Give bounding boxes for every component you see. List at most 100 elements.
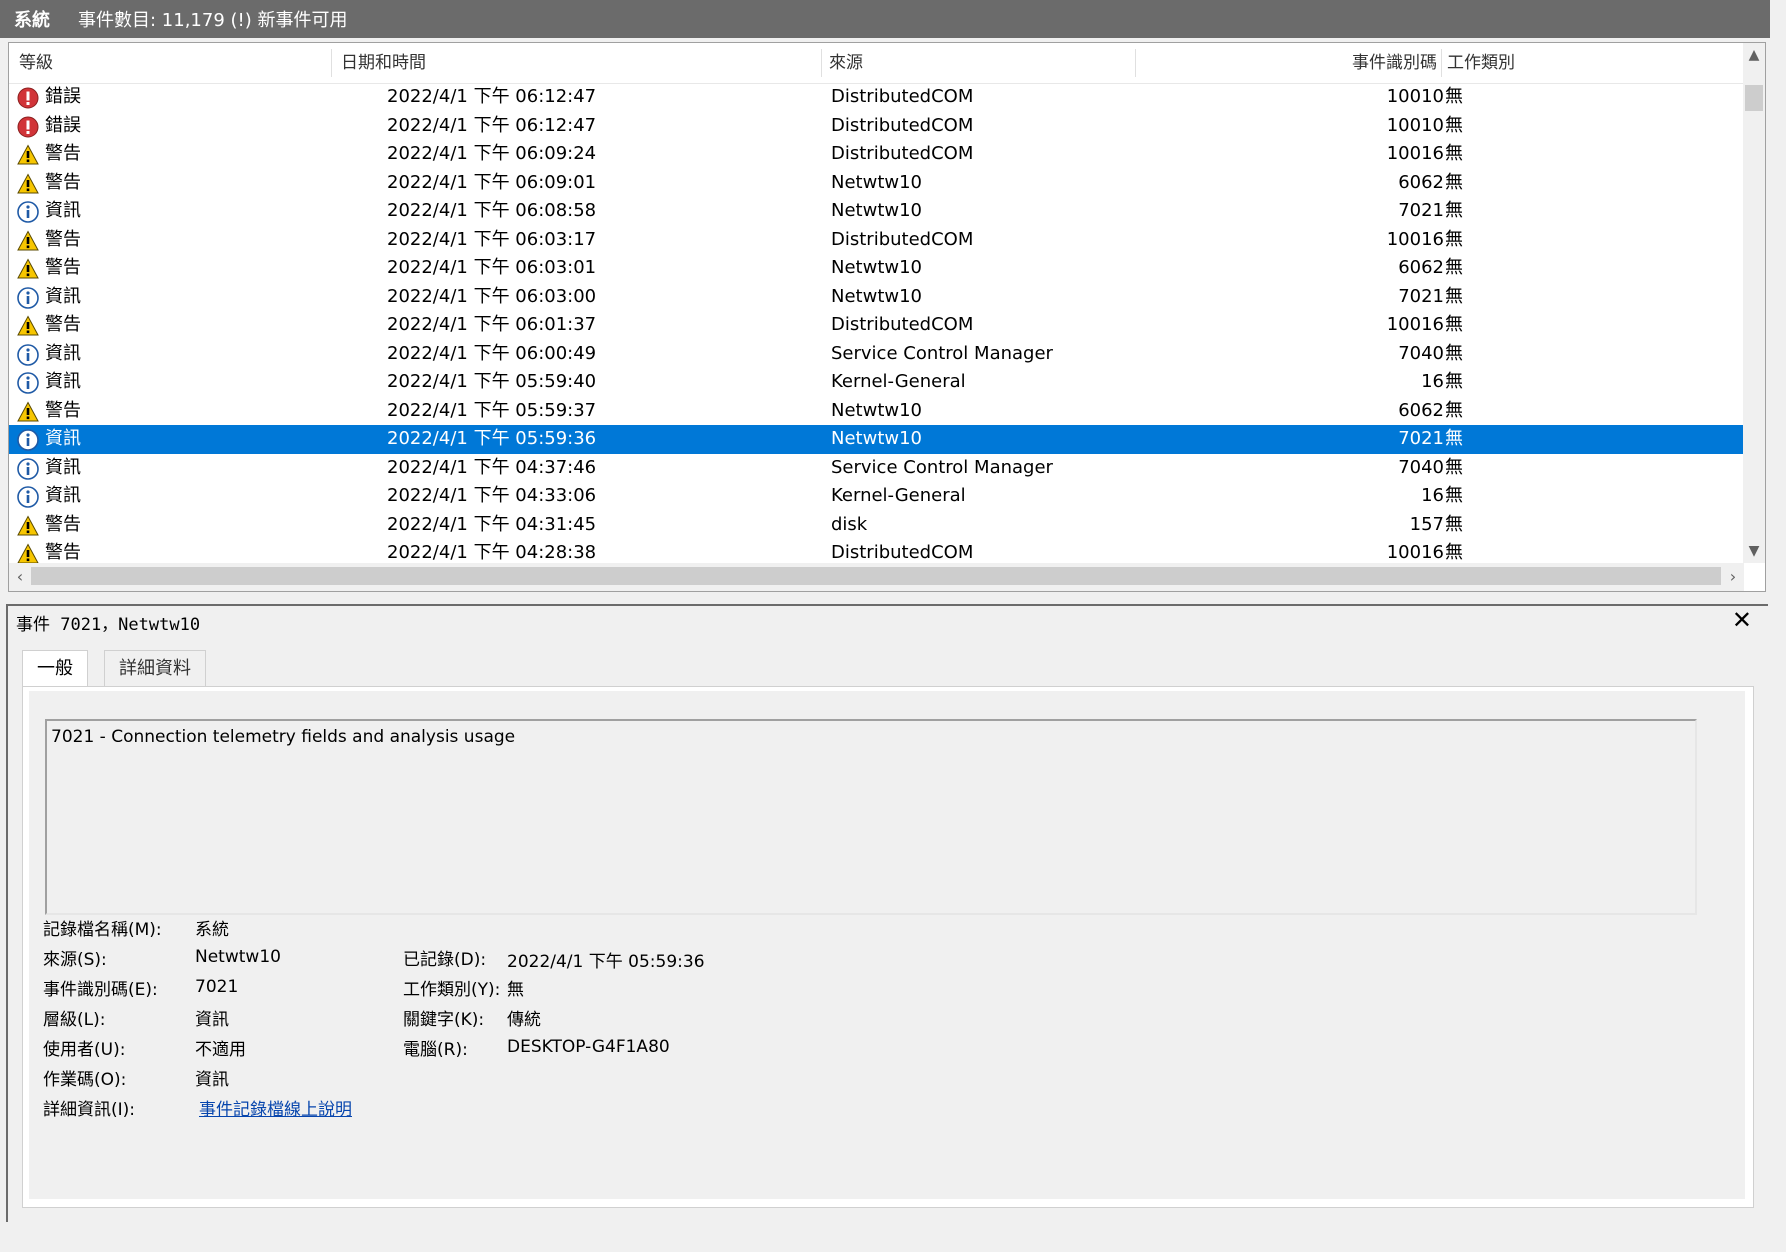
- cell-level: 警告: [45, 228, 81, 250]
- warning-icon: [17, 258, 39, 280]
- column-header-event-id[interactable]: 事件識別碼: [1209, 43, 1437, 83]
- column-header-category[interactable]: 工作類別: [1447, 43, 1515, 83]
- info-icon: [17, 372, 39, 394]
- cell-source: DistributedCOM: [831, 143, 974, 164]
- scroll-right-icon[interactable]: ›: [1722, 563, 1744, 591]
- info-icon: [17, 486, 39, 508]
- cell-event-id: 10016: [1386, 314, 1444, 335]
- table-row[interactable]: 錯誤 2022/4/1 下午 06:12:47 DistributedCOM 1001…: [9, 83, 1744, 112]
- table-row[interactable]: 警告 2022/4/1 下午 04:31:45 disk 157 無: [9, 511, 1744, 540]
- cell-level: 資訊: [45, 456, 81, 478]
- cell-category: 無: [1445, 342, 1463, 364]
- warning-icon: [17, 514, 39, 537]
- cell-event-id: 16: [1421, 371, 1444, 392]
- value-level: 資訊: [195, 1010, 229, 1030]
- cell-level: 警告: [45, 314, 81, 335]
- table-row[interactable]: 警告 2022/4/1 下午 06:09:01 Netwtw10 6062 無: [9, 169, 1744, 198]
- cell-datetime: 2022/4/1 下午 06:03:00: [387, 285, 597, 307]
- cell-category: 無: [1445, 513, 1463, 535]
- table-row[interactable]: 資訊 2022/4/1 下午 05:59:36 Netwtw10 7021 無: [9, 425, 1744, 454]
- event-list[interactable]: 等級 日期和時間 來源 事件識別碼 工作類別 錯誤 2022/4/1 下午 06:…: [8, 42, 1766, 592]
- tab-details[interactable]: 詳細資料: [104, 650, 206, 686]
- table-row[interactable]: 資訊 2022/4/1 下午 04:37:46 Service Control Ma…: [9, 454, 1744, 483]
- cell-source: Kernel-General: [831, 371, 966, 392]
- value-log-name: 系統: [195, 920, 229, 940]
- cell-event-id: 7021: [1398, 428, 1444, 449]
- value-task-category: 無: [507, 980, 524, 1000]
- cell-level: 資訊: [45, 485, 81, 506]
- vertical-scroll-thumb[interactable]: [1745, 85, 1763, 111]
- cell-category: 無: [1445, 456, 1463, 478]
- error-icon: [17, 116, 39, 138]
- event-count: 事件數目: 11,179 (!) 新事件可用: [78, 10, 348, 31]
- cell-category: 無: [1445, 228, 1463, 250]
- info-icon: [17, 457, 39, 480]
- cell-level: 警告: [45, 513, 81, 535]
- cell-event-id: 16: [1421, 485, 1444, 506]
- table-row[interactable]: 警告 2022/4/1 下午 05:59:37 Netwtw10 6062 無: [9, 397, 1744, 426]
- table-row[interactable]: 警告 2022/4/1 下午 06:01:37 DistributedCOM 1001…: [9, 311, 1744, 340]
- table-row[interactable]: 警告 2022/4/1 下午 06:03:17 DistributedCOM 1001…: [9, 226, 1744, 255]
- cell-datetime: 2022/4/1 下午 06:09:01: [387, 171, 597, 193]
- cell-source: Netwtw10: [831, 285, 923, 307]
- online-help-link[interactable]: 事件記錄檔線上說明: [199, 1095, 352, 1120]
- cell-source: disk: [831, 513, 868, 535]
- vertical-scrollbar[interactable]: ▲ ▼: [1743, 43, 1765, 563]
- cell-source: Kernel-General: [831, 485, 966, 506]
- label-source: 來源(S):: [43, 950, 107, 970]
- cell-level: 資訊: [45, 285, 81, 307]
- cell-datetime: 2022/4/1 下午 04:31:45: [387, 513, 597, 535]
- value-user: 不適用: [195, 1040, 246, 1060]
- cell-source: DistributedCOM: [831, 86, 974, 107]
- value-event-id: 7021: [195, 977, 239, 997]
- horizontal-scroll-thumb[interactable]: [31, 567, 1721, 585]
- warning-icon: [17, 172, 39, 195]
- cell-category: 無: [1445, 143, 1463, 164]
- table-row[interactable]: 警告 2022/4/1 下午 06:09:24 DistributedCOM 1001…: [9, 140, 1744, 169]
- close-icon[interactable]: ✕: [1732, 606, 1752, 634]
- warning-icon: [17, 144, 39, 166]
- value-logged: 2022/4/1 下午 05:59:36: [507, 952, 705, 972]
- cell-level: 資訊: [45, 200, 81, 221]
- cell-level: 資訊: [45, 371, 81, 392]
- table-row[interactable]: 資訊 2022/4/1 下午 04:33:06 Kernel-General 16 無: [9, 482, 1744, 511]
- cell-category: 無: [1445, 485, 1463, 506]
- table-row[interactable]: 資訊 2022/4/1 下午 06:00:49 Service Control Ma…: [9, 340, 1744, 369]
- cell-source: Netwtw10: [831, 428, 923, 449]
- table-row[interactable]: 資訊 2022/4/1 下午 06:03:00 Netwtw10 7021 無: [9, 283, 1744, 312]
- table-row[interactable]: 資訊 2022/4/1 下午 05:59:40 Kernel-General 16 無: [9, 368, 1744, 397]
- cell-source: Service Control Manager: [831, 456, 1053, 478]
- column-header-level[interactable]: 等級: [19, 43, 53, 83]
- value-opcode: 資訊: [195, 1070, 229, 1090]
- error-icon: [17, 87, 39, 109]
- cell-source: Netwtw10: [831, 200, 923, 221]
- horizontal-scrollbar[interactable]: ‹ ›: [9, 563, 1744, 591]
- cell-datetime: 2022/4/1 下午 06:03:01: [387, 257, 597, 278]
- cell-category: 無: [1445, 257, 1463, 278]
- event-description[interactable]: 7021 - Connection telemetry fields and a…: [45, 719, 1697, 915]
- scroll-up-icon[interactable]: ▲: [1743, 43, 1765, 67]
- label-user: 使用者(U):: [43, 1040, 126, 1060]
- cell-datetime: 2022/4/1 下午 06:01:37: [387, 314, 597, 335]
- cell-level: 警告: [45, 257, 81, 278]
- cell-category: 無: [1445, 371, 1463, 392]
- table-row[interactable]: 警告 2022/4/1 下午 06:03:01 Netwtw10 6062 無: [9, 254, 1744, 283]
- scroll-left-icon[interactable]: ‹: [9, 563, 31, 591]
- table-row[interactable]: 錯誤 2022/4/1 下午 06:12:47 DistributedCOM 1001…: [9, 112, 1744, 141]
- scroll-down-icon[interactable]: ▼: [1743, 539, 1765, 563]
- column-header-datetime[interactable]: 日期和時間: [341, 43, 426, 83]
- warning-icon: [17, 400, 39, 423]
- cell-source: DistributedCOM: [831, 228, 974, 250]
- cell-category: 無: [1445, 171, 1463, 193]
- value-computer: DESKTOP-G4F1A80: [507, 1037, 670, 1057]
- cell-datetime: 2022/4/1 下午 04:37:46: [387, 456, 597, 478]
- table-row[interactable]: 資訊 2022/4/1 下午 06:08:58 Netwtw10 7021 無: [9, 197, 1744, 226]
- cell-category: 無: [1445, 114, 1463, 136]
- cell-event-id: 157: [1409, 513, 1444, 535]
- cell-datetime: 2022/4/1 下午 06:03:17: [387, 228, 597, 250]
- cell-datetime: 2022/4/1 下午 06:09:24: [387, 143, 597, 164]
- column-header-source[interactable]: 來源: [829, 43, 863, 83]
- cell-event-id: 7040: [1398, 456, 1444, 478]
- log-titlebar: 系統 事件數目: 11,179 (!) 新事件可用: [0, 0, 1770, 38]
- tab-general[interactable]: 一般: [22, 650, 88, 686]
